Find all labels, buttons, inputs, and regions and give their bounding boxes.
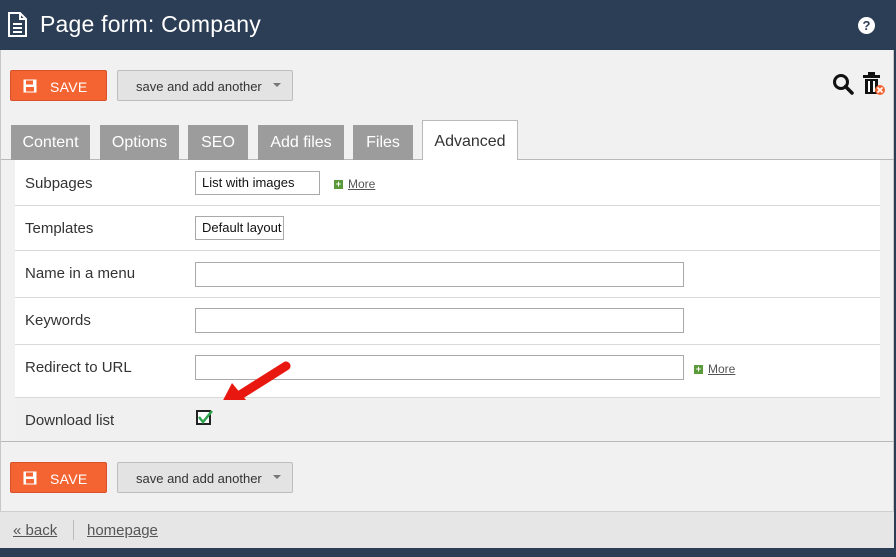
help-icon[interactable]: ? — [858, 17, 875, 34]
caret-down-icon — [273, 83, 281, 87]
save-button[interactable]: SAVE — [10, 70, 107, 101]
subpages-more-link[interactable]: + More — [334, 177, 375, 191]
floppy-save-icon — [23, 79, 37, 96]
save-button-label: SAVE — [50, 79, 88, 95]
templates-select[interactable]: Default layout — [195, 216, 284, 240]
caret-down-icon — [273, 475, 281, 479]
menu-name-input[interactable] — [195, 262, 684, 287]
annotation-arrow — [223, 361, 291, 400]
tab-add-files[interactable]: Add files — [258, 125, 344, 160]
download-list-row: Download list — [15, 398, 880, 441]
keywords-row: Keywords — [15, 298, 880, 345]
app-header: Page form: Company ? — [0, 0, 896, 50]
save-and-add-another-button[interactable]: save and add another — [117, 70, 293, 101]
keywords-label: Keywords — [25, 312, 91, 329]
subpages-label: Subpages — [25, 175, 93, 192]
keywords-input[interactable] — [195, 308, 684, 333]
save-and-add-another-button-bottom[interactable]: save and add another — [117, 462, 293, 493]
search-icon[interactable] — [832, 73, 854, 100]
check-icon — [198, 410, 213, 424]
save-and-add-another-label: save and add another — [136, 471, 262, 486]
redirect-more-link[interactable]: + More — [694, 362, 735, 376]
templates-label: Templates — [25, 220, 94, 237]
floppy-save-icon — [23, 471, 37, 488]
subpages-select[interactable]: List with images — [195, 171, 320, 195]
menu-name-row: Name in a menu — [15, 251, 880, 298]
subpages-more-label: More — [348, 177, 376, 191]
footer-bar: « back homepage — [0, 511, 894, 548]
plus-icon: + — [334, 179, 343, 189]
homepage-link[interactable]: homepage — [87, 522, 158, 539]
save-button-label: SAVE — [50, 471, 88, 487]
footer-separator — [73, 520, 74, 540]
download-list-label: Download list — [25, 412, 115, 429]
subpages-row: Subpages List with images + More — [15, 160, 880, 206]
save-and-add-another-label: save and add another — [136, 79, 262, 94]
document-icon — [7, 12, 27, 42]
tab-files[interactable]: Files — [353, 125, 413, 160]
back-link[interactable]: « back — [13, 522, 57, 539]
page-title: Page form: Company — [40, 11, 261, 37]
tab-advanced[interactable]: Advanced — [422, 120, 518, 161]
trash-icon[interactable] — [862, 71, 886, 102]
advanced-form: Subpages List with images + More Template… — [15, 160, 880, 441]
form-bottom-divider — [1, 441, 894, 442]
tab-options[interactable]: Options — [100, 125, 179, 160]
tab-seo[interactable]: SEO — [188, 125, 248, 160]
tab-content[interactable]: Content — [11, 125, 90, 160]
redirect-label: Redirect to URL — [25, 359, 132, 376]
redirect-row: Redirect to URL + More — [15, 345, 880, 398]
download-list-checkbox[interactable] — [196, 410, 213, 425]
save-button-bottom[interactable]: SAVE — [10, 462, 107, 493]
templates-row: Templates Default layout — [15, 206, 880, 251]
menu-name-label: Name in a menu — [25, 265, 136, 282]
plus-icon: + — [694, 364, 703, 374]
redirect-more-label: More — [708, 362, 736, 376]
